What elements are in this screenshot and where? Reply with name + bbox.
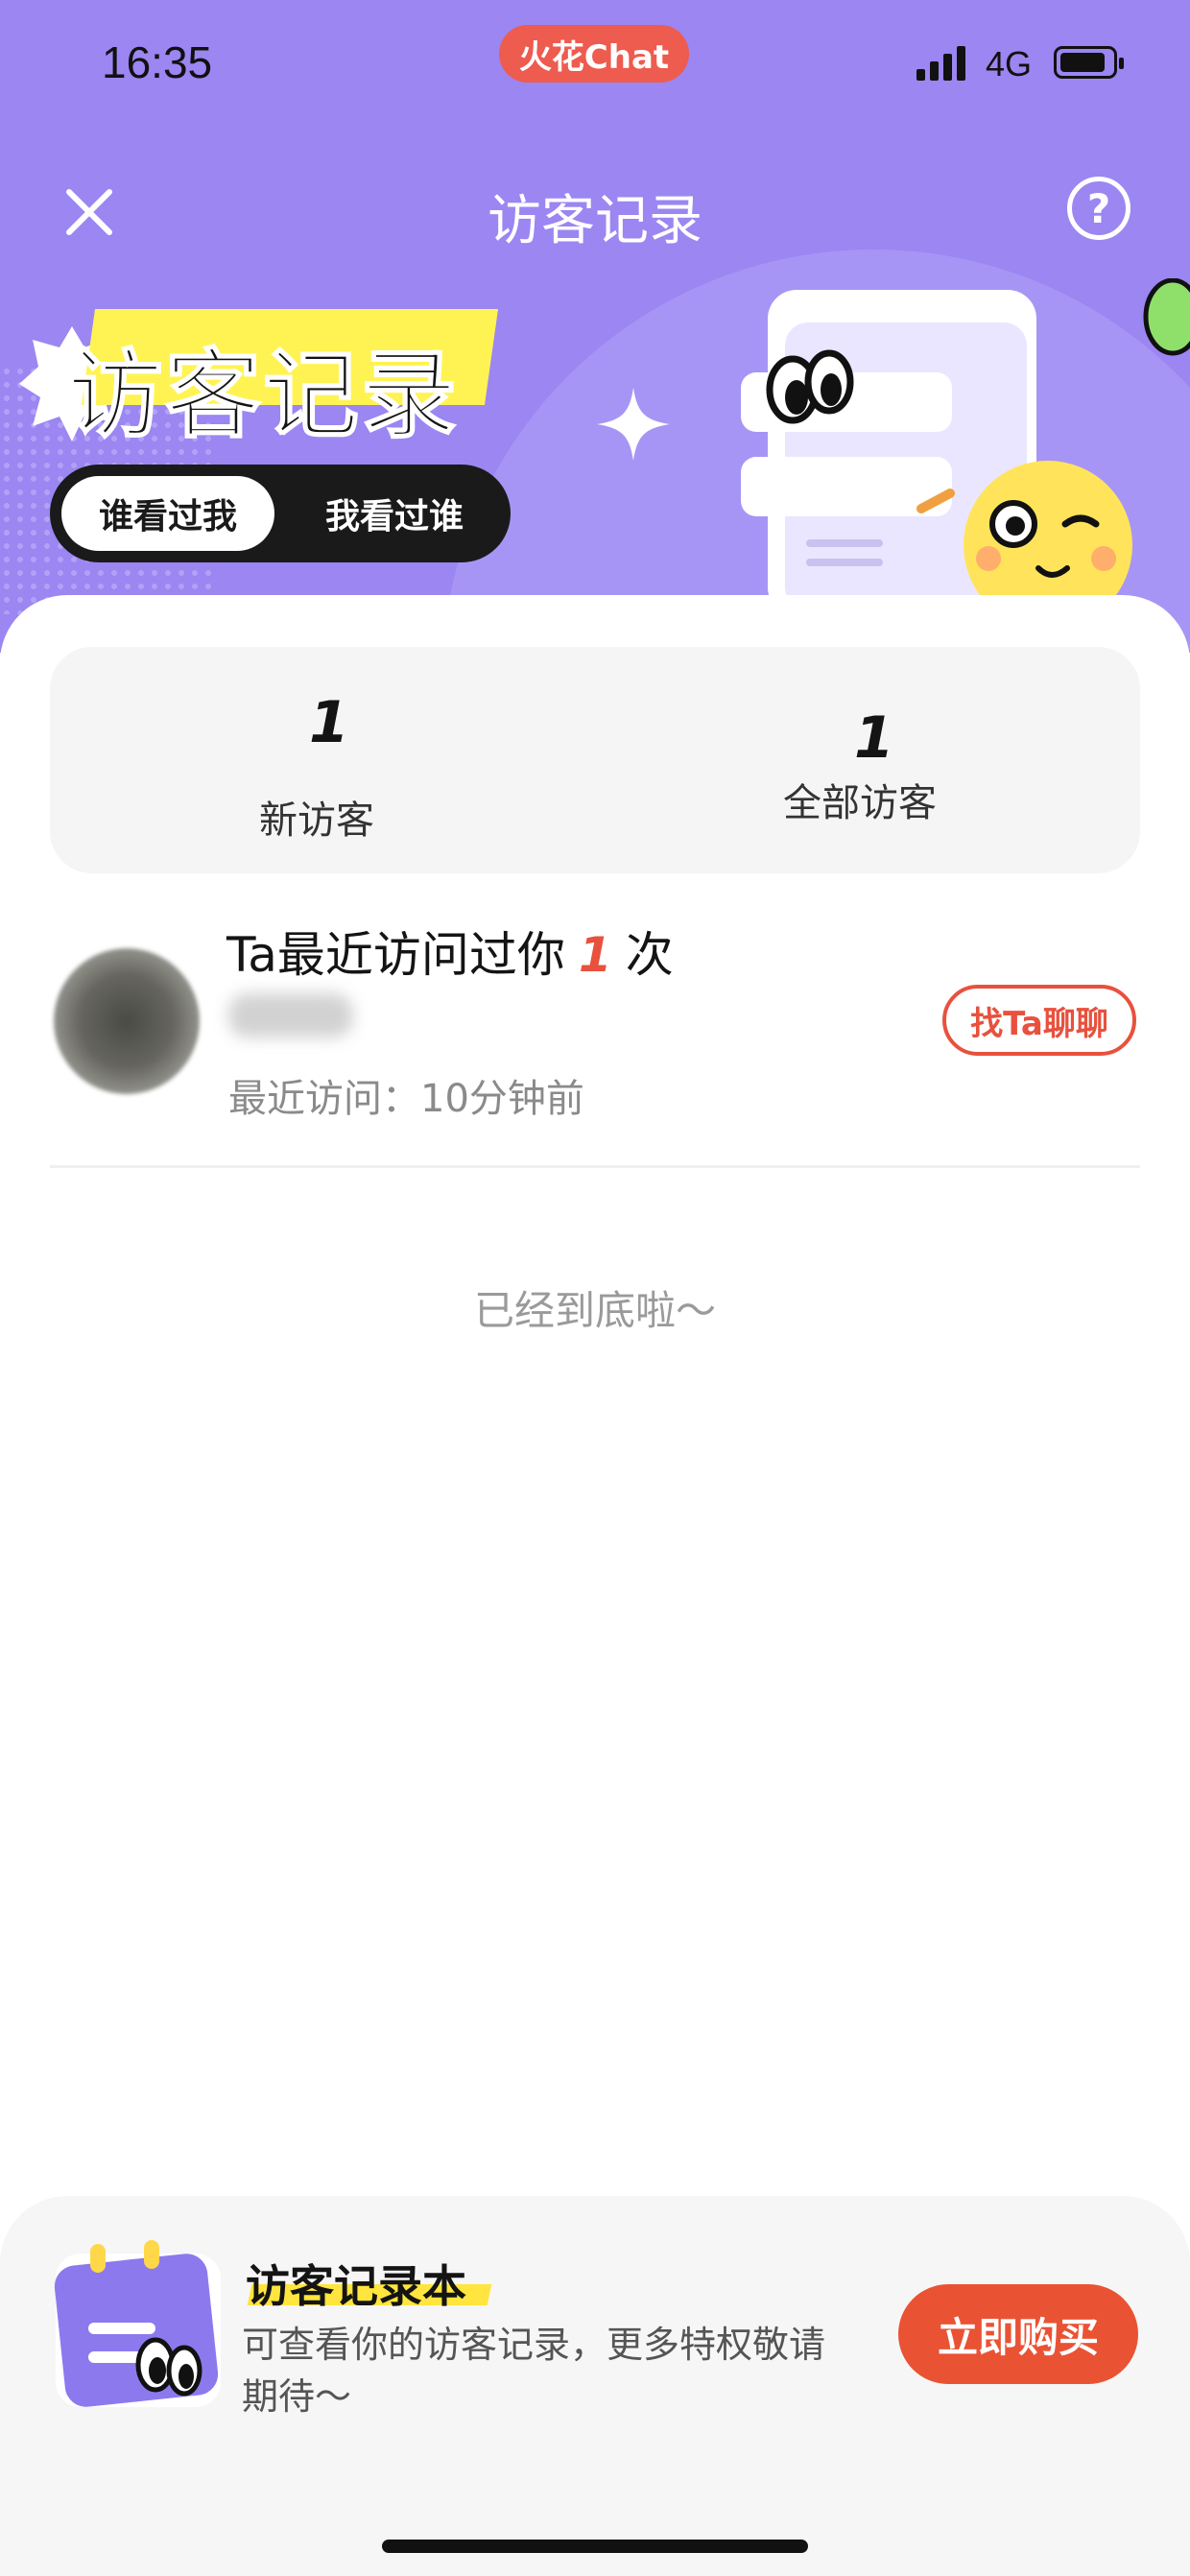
home-indicator[interactable] xyxy=(382,2540,808,2553)
avatar[interactable] xyxy=(54,948,200,1094)
chat-with-visitor-button[interactable]: 找Ta聊聊 xyxy=(942,985,1136,1056)
visitor-title-prefix: Ta最近访问过你 xyxy=(226,927,565,983)
signal-icon xyxy=(916,46,965,81)
new-visitor-count: 1 xyxy=(309,689,349,756)
blurred-username xyxy=(228,993,353,1038)
promo-title: 访客记录本 xyxy=(246,2260,466,2312)
battery-icon xyxy=(1054,46,1124,79)
help-button[interactable]: ? xyxy=(1067,177,1130,240)
row-divider xyxy=(50,1165,1140,1168)
sparkle-icon xyxy=(597,388,670,461)
promo-description: 可查看你的访客记录，更多特权敬请期待～ xyxy=(242,2324,826,2418)
calendar-notebook-icon xyxy=(54,2240,221,2407)
buy-now-button[interactable]: 立即购买 xyxy=(898,2284,1138,2384)
leaf-decoration xyxy=(1143,278,1190,356)
tab-who-viewed-me[interactable]: 谁看过我 xyxy=(61,476,274,551)
visitor-title-suffix: 次 xyxy=(625,927,674,983)
status-bar: 16:35 火花Chat 4G xyxy=(0,0,1190,134)
visitor-stats-card: 1 新访客 1 全部访客 xyxy=(50,647,1140,873)
last-visit-time: 最近访问：10分钟前 xyxy=(228,1077,584,1121)
status-time: 16:35 xyxy=(102,37,213,87)
tab-who-i-viewed[interactable]: 我看过谁 xyxy=(288,476,501,551)
app-indicator-pill: 火花Chat xyxy=(499,25,689,83)
all-visitor-count: 1 xyxy=(854,704,894,772)
banner-title: 访客记录 xyxy=(66,338,459,452)
all-visitor-label: 全部访客 xyxy=(783,781,937,825)
new-visitor-label: 新访客 xyxy=(259,799,374,843)
page-title: 访客记录 xyxy=(488,190,702,252)
notebook-mascot-illustration xyxy=(741,290,1132,605)
visitor-row-title: Ta最近访问过你 1 次 xyxy=(226,917,674,986)
network-label: 4G xyxy=(986,44,1033,83)
list-end-text: 已经到底啦～ xyxy=(473,1287,716,1334)
visit-count: 1 xyxy=(578,927,612,983)
